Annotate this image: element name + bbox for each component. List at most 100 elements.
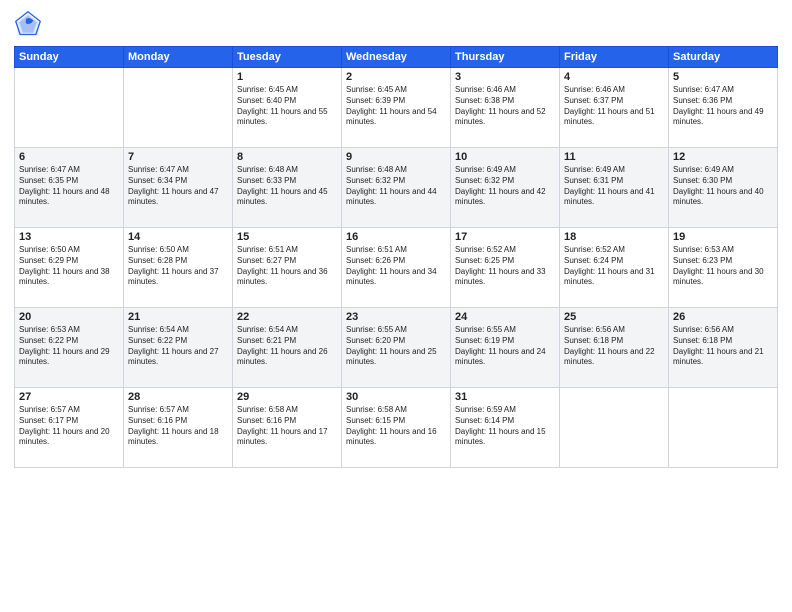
day-number: 6 xyxy=(19,151,119,163)
day-number: 22 xyxy=(237,311,337,323)
day-number: 30 xyxy=(346,391,446,403)
calendar-cell: 31 Sunrise: 6:59 AM Sunset: 6:14 PM Dayli… xyxy=(451,388,560,468)
calendar-cell: 1 Sunrise: 6:45 AM Sunset: 6:40 PM Daylig… xyxy=(233,68,342,148)
cell-info: Sunrise: 6:53 AM Sunset: 6:22 PM Dayligh… xyxy=(19,325,119,368)
cell-info: Sunrise: 6:58 AM Sunset: 6:16 PM Dayligh… xyxy=(237,405,337,448)
day-number: 25 xyxy=(564,311,664,323)
calendar-cell: 28 Sunrise: 6:57 AM Sunset: 6:16 PM Dayli… xyxy=(124,388,233,468)
calendar-cell xyxy=(124,68,233,148)
weekday-header-thursday: Thursday xyxy=(451,47,560,68)
cell-info: Sunrise: 6:46 AM Sunset: 6:38 PM Dayligh… xyxy=(455,85,555,128)
cell-info: Sunrise: 6:54 AM Sunset: 6:22 PM Dayligh… xyxy=(128,325,228,368)
cell-info: Sunrise: 6:56 AM Sunset: 6:18 PM Dayligh… xyxy=(673,325,773,368)
calendar-cell: 4Sunrise: 6:46 AM Sunset: 6:37 PM Daylig… xyxy=(560,68,669,148)
cell-info: Sunrise: 6:58 AM Sunset: 6:15 PM Dayligh… xyxy=(346,405,446,448)
calendar-cell: 15 Sunrise: 6:51 AM Sunset: 6:27 PM Dayli… xyxy=(233,228,342,308)
calendar-cell: 17 Sunrise: 6:52 AM Sunset: 6:25 PM Dayli… xyxy=(451,228,560,308)
calendar-page: SundayMondayTuesdayWednesdayThursdayFrid… xyxy=(0,0,792,612)
calendar-cell: 10 Sunrise: 6:49 AM Sunset: 6:32 PM Dayli… xyxy=(451,148,560,228)
day-number: 15 xyxy=(237,231,337,243)
calendar-cell: 29 Sunrise: 6:58 AM Sunset: 6:16 PM Dayli… xyxy=(233,388,342,468)
calendar-cell: 20Sunrise: 6:53 AM Sunset: 6:22 PM Dayli… xyxy=(15,308,124,388)
weekday-header-sunday: Sunday xyxy=(15,47,124,68)
calendar-cell: 9 Sunrise: 6:48 AM Sunset: 6:32 PM Daylig… xyxy=(342,148,451,228)
day-number: 7 xyxy=(128,151,228,163)
week-row-3: 13Sunrise: 6:50 AM Sunset: 6:29 PM Dayli… xyxy=(15,228,778,308)
calendar-table: SundayMondayTuesdayWednesdayThursdayFrid… xyxy=(14,46,778,468)
calendar-cell: 19 Sunrise: 6:53 AM Sunset: 6:23 PM Dayli… xyxy=(669,228,778,308)
calendar-cell: 6 Sunrise: 6:47 AM Sunset: 6:35 PM Daylig… xyxy=(15,148,124,228)
calendar-cell: 12 Sunrise: 6:49 AM Sunset: 6:30 PM Dayli… xyxy=(669,148,778,228)
calendar-cell: 26 Sunrise: 6:56 AM Sunset: 6:18 PM Dayli… xyxy=(669,308,778,388)
weekday-header-row: SundayMondayTuesdayWednesdayThursdayFrid… xyxy=(15,47,778,68)
calendar-cell: 22 Sunrise: 6:54 AM Sunset: 6:21 PM Dayli… xyxy=(233,308,342,388)
cell-info: Sunrise: 6:59 AM Sunset: 6:14 PM Dayligh… xyxy=(455,405,555,448)
day-number: 18 xyxy=(564,231,664,243)
cell-info: Sunrise: 6:49 AM Sunset: 6:30 PM Dayligh… xyxy=(673,165,773,208)
week-row-4: 20Sunrise: 6:53 AM Sunset: 6:22 PM Dayli… xyxy=(15,308,778,388)
calendar-cell: 13Sunrise: 6:50 AM Sunset: 6:29 PM Dayli… xyxy=(15,228,124,308)
calendar-cell: 30 Sunrise: 6:58 AM Sunset: 6:15 PM Dayli… xyxy=(342,388,451,468)
calendar-cell: 16 Sunrise: 6:51 AM Sunset: 6:26 PM Dayli… xyxy=(342,228,451,308)
calendar-cell: 21 Sunrise: 6:54 AM Sunset: 6:22 PM Dayli… xyxy=(124,308,233,388)
cell-info: Sunrise: 6:48 AM Sunset: 6:32 PM Dayligh… xyxy=(346,165,446,208)
cell-info: Sunrise: 6:47 AM Sunset: 6:34 PM Dayligh… xyxy=(128,165,228,208)
week-row-2: 6 Sunrise: 6:47 AM Sunset: 6:35 PM Daylig… xyxy=(15,148,778,228)
cell-info: Sunrise: 6:51 AM Sunset: 6:27 PM Dayligh… xyxy=(237,245,337,288)
day-number: 26 xyxy=(673,311,773,323)
cell-info: Sunrise: 6:45 AM Sunset: 6:39 PM Dayligh… xyxy=(346,85,446,128)
calendar-cell: 8 Sunrise: 6:48 AM Sunset: 6:33 PM Daylig… xyxy=(233,148,342,228)
day-number: 21 xyxy=(128,311,228,323)
cell-info: Sunrise: 6:47 AM Sunset: 6:35 PM Dayligh… xyxy=(19,165,119,208)
cell-info: Sunrise: 6:50 AM Sunset: 6:28 PM Dayligh… xyxy=(128,245,228,288)
day-number: 1 xyxy=(237,71,337,83)
weekday-header-wednesday: Wednesday xyxy=(342,47,451,68)
weekday-header-tuesday: Tuesday xyxy=(233,47,342,68)
day-number: 5 xyxy=(673,71,773,83)
cell-info: Sunrise: 6:45 AM Sunset: 6:40 PM Dayligh… xyxy=(237,85,337,128)
day-number: 19 xyxy=(673,231,773,243)
day-number: 10 xyxy=(455,151,555,163)
day-number: 8 xyxy=(237,151,337,163)
week-row-1: 1 Sunrise: 6:45 AM Sunset: 6:40 PM Daylig… xyxy=(15,68,778,148)
weekday-header-monday: Monday xyxy=(124,47,233,68)
day-number: 29 xyxy=(237,391,337,403)
cell-info: Sunrise: 6:46 AM Sunset: 6:37 PM Dayligh… xyxy=(564,85,664,128)
calendar-cell: 11Sunrise: 6:49 AM Sunset: 6:31 PM Dayli… xyxy=(560,148,669,228)
cell-info: Sunrise: 6:57 AM Sunset: 6:17 PM Dayligh… xyxy=(19,405,119,448)
calendar-cell: 24Sunrise: 6:55 AM Sunset: 6:19 PM Dayli… xyxy=(451,308,560,388)
day-number: 14 xyxy=(128,231,228,243)
day-number: 17 xyxy=(455,231,555,243)
weekday-header-saturday: Saturday xyxy=(669,47,778,68)
day-number: 2 xyxy=(346,71,446,83)
day-number: 16 xyxy=(346,231,446,243)
cell-info: Sunrise: 6:49 AM Sunset: 6:32 PM Dayligh… xyxy=(455,165,555,208)
day-number: 24 xyxy=(455,311,555,323)
cell-info: Sunrise: 6:49 AM Sunset: 6:31 PM Dayligh… xyxy=(564,165,664,208)
day-number: 31 xyxy=(455,391,555,403)
logo xyxy=(14,10,46,38)
day-number: 9 xyxy=(346,151,446,163)
cell-info: Sunrise: 6:53 AM Sunset: 6:23 PM Dayligh… xyxy=(673,245,773,288)
cell-info: Sunrise: 6:52 AM Sunset: 6:24 PM Dayligh… xyxy=(564,245,664,288)
calendar-cell: 2 Sunrise: 6:45 AM Sunset: 6:39 PM Daylig… xyxy=(342,68,451,148)
cell-info: Sunrise: 6:55 AM Sunset: 6:20 PM Dayligh… xyxy=(346,325,446,368)
cell-info: Sunrise: 6:54 AM Sunset: 6:21 PM Dayligh… xyxy=(237,325,337,368)
day-number: 27 xyxy=(19,391,119,403)
cell-info: Sunrise: 6:48 AM Sunset: 6:33 PM Dayligh… xyxy=(237,165,337,208)
calendar-cell: 27 Sunrise: 6:57 AM Sunset: 6:17 PM Dayli… xyxy=(15,388,124,468)
cell-info: Sunrise: 6:47 AM Sunset: 6:36 PM Dayligh… xyxy=(673,85,773,128)
cell-info: Sunrise: 6:50 AM Sunset: 6:29 PM Dayligh… xyxy=(19,245,119,288)
week-row-5: 27 Sunrise: 6:57 AM Sunset: 6:17 PM Dayli… xyxy=(15,388,778,468)
day-number: 12 xyxy=(673,151,773,163)
calendar-cell: 3Sunrise: 6:46 AM Sunset: 6:38 PM Daylig… xyxy=(451,68,560,148)
weekday-header-friday: Friday xyxy=(560,47,669,68)
cell-info: Sunrise: 6:51 AM Sunset: 6:26 PM Dayligh… xyxy=(346,245,446,288)
calendar-cell: 23 Sunrise: 6:55 AM Sunset: 6:20 PM Dayli… xyxy=(342,308,451,388)
day-number: 23 xyxy=(346,311,446,323)
cell-info: Sunrise: 6:52 AM Sunset: 6:25 PM Dayligh… xyxy=(455,245,555,288)
calendar-cell xyxy=(15,68,124,148)
day-number: 28 xyxy=(128,391,228,403)
cell-info: Sunrise: 6:57 AM Sunset: 6:16 PM Dayligh… xyxy=(128,405,228,448)
calendar-cell xyxy=(669,388,778,468)
